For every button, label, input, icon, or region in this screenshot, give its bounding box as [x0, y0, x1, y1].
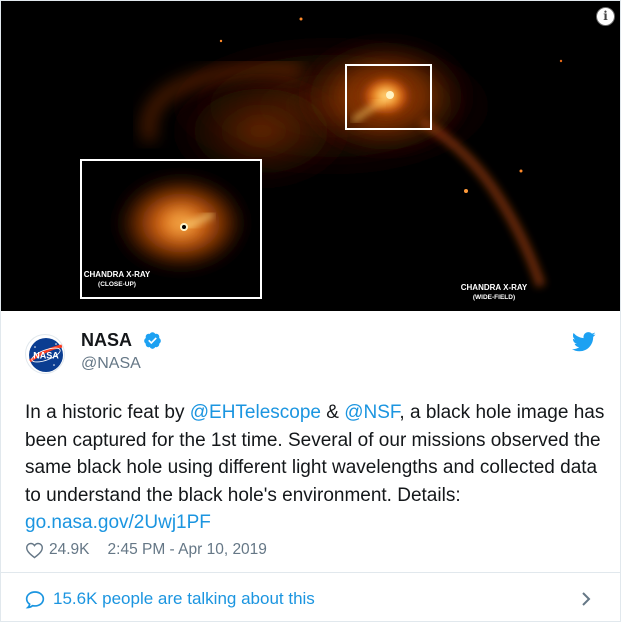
tweet-text-part-2: & [321, 402, 345, 423]
author-name[interactable]: NASA [81, 330, 132, 351]
comment-bubble-icon [25, 591, 45, 609]
like-count[interactable]: 24.9K [49, 541, 90, 559]
people-talking-text[interactable]: 15.6K people are talking about this [53, 589, 315, 609]
mention-ehtelescope-link[interactable]: @EHTelescope [190, 402, 321, 423]
tweet-meta: 24.9K 2:45 PM - Apr 10, 2019 [25, 538, 267, 562]
caption-wide-field-sub: (WIDE-FIELD) [472, 294, 516, 301]
heart-outline-icon[interactable] [25, 541, 44, 559]
avatar-text: NASA [33, 351, 59, 361]
caption-wide-field-title: CHANDRA X-RAY [460, 283, 528, 292]
twitter-bird-icon[interactable] [572, 332, 596, 352]
nasa-logo-icon: NASA [29, 338, 63, 372]
tweet-text: In a historic feat by @EHTelescope & @NS… [25, 399, 605, 537]
chevron-right-icon [582, 592, 591, 606]
caption-wide-field: CHANDRA X-RAY (WIDE-FIELD) [456, 283, 532, 303]
tweet-text-part-1: In a historic feat by [25, 402, 190, 423]
conversation-link[interactable]: 15.6K people are talking about this [1, 573, 620, 621]
caption-close-up-title: CHANDRA X-RAY [83, 270, 151, 279]
caption-close-up: CHANDRA X-RAY (CLOSE-UP) [83, 270, 151, 290]
tweet-timestamp[interactable]: 2:45 PM - Apr 10, 2019 [108, 541, 267, 559]
tweet-media-image[interactable]: CHANDRA X-RAY (CLOSE-UP) CHANDRA X-RAY (… [1, 1, 620, 311]
details-url-link[interactable]: go.nasa.gov/2Uwj1PF [25, 512, 211, 533]
info-icon[interactable]: i [596, 7, 615, 26]
tweet-embed-card: CHANDRA X-RAY (CLOSE-UP) CHANDRA X-RAY (… [0, 0, 621, 622]
wide-field-highlight-box [345, 64, 432, 130]
mention-nsf-link[interactable]: @NSF [344, 402, 399, 423]
author-handle[interactable]: @NASA [81, 355, 141, 373]
verified-badge-icon [144, 332, 161, 349]
avatar[interactable]: NASA [25, 334, 65, 374]
caption-close-up-sub: (CLOSE-UP) [98, 281, 136, 288]
